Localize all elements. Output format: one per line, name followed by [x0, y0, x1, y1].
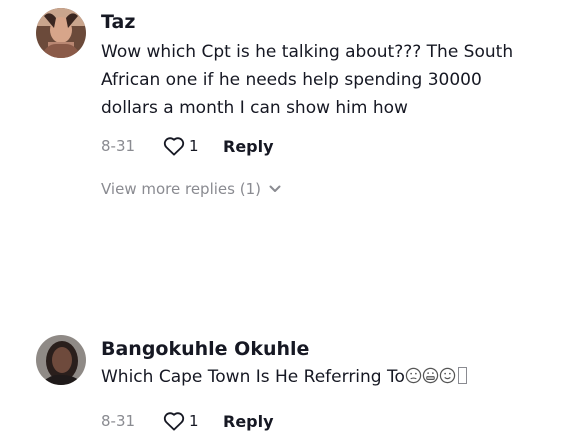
heart-icon — [163, 137, 185, 156]
confused-face-icon — [405, 367, 422, 384]
grimacing-face-icon — [422, 367, 439, 384]
like-count: 1 — [189, 412, 199, 430]
comment-text: Wow which Cpt is he talking about??? The… — [101, 42, 514, 118]
chevron-down-icon — [269, 185, 281, 192]
comment-meta: 8-31 1 Reply — [101, 409, 566, 433]
view-more-replies-label: View more replies (1) — [101, 180, 261, 198]
avatar[interactable] — [36, 335, 86, 385]
comment-body: Bangokuhle Okuhle Which Cape Town Is He … — [101, 335, 566, 433]
reply-button[interactable]: Reply — [223, 412, 274, 431]
like-button[interactable]: 1 — [163, 411, 223, 431]
heart-icon — [163, 412, 185, 431]
avatar-image — [36, 335, 86, 385]
comment-date: 8-31 — [101, 137, 136, 155]
reply-button[interactable]: Reply — [223, 137, 274, 156]
comments-panel: Taz Wow which Cpt is he talking about???… — [0, 0, 578, 446]
avatar-image — [36, 8, 86, 58]
comment-username[interactable]: Taz — [101, 8, 566, 36]
avatar[interactable] — [36, 8, 86, 58]
slightly-smiling-face-icon — [439, 367, 456, 384]
comment-meta: 8-31 1 Reply — [101, 134, 566, 158]
like-button[interactable]: 1 — [163, 136, 223, 156]
comment-date: 8-31 — [101, 412, 136, 430]
view-more-replies-button[interactable]: View more replies (1) — [101, 180, 566, 198]
like-count: 1 — [189, 137, 199, 155]
comment-text: Which Cape Town Is He Referring To — [101, 363, 541, 391]
comment-username[interactable]: Bangokuhle Okuhle — [101, 335, 566, 363]
comment-body: Taz Wow which Cpt is he talking about???… — [101, 8, 566, 198]
comment-text-content: Which Cape Town Is He Referring To — [101, 367, 405, 387]
unknown-glyph-icon — [457, 367, 467, 384]
